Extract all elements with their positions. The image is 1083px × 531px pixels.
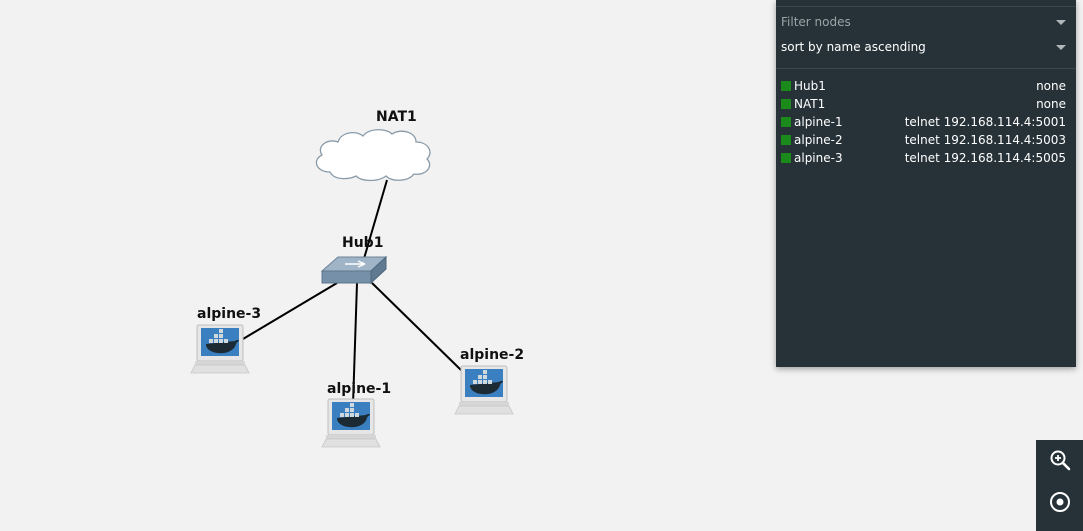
node-name: alpine-2 — [794, 133, 843, 147]
node-name: NAT1 — [794, 97, 826, 111]
node-name: Hub1 — [794, 79, 826, 93]
node-alpine-2[interactable]: alpine-2 — [454, 347, 524, 415]
links-layer — [242, 179, 463, 406]
node-label: NAT1 — [376, 109, 417, 125]
list-item[interactable]: NAT1 none — [781, 95, 1066, 113]
link-hub1-alpine2[interactable] — [371, 282, 463, 372]
zoom-in-button[interactable] — [1036, 440, 1083, 480]
docker-container-icon — [454, 365, 514, 415]
node-label: alpine-3 — [197, 306, 261, 322]
node-name: alpine-1 — [794, 115, 843, 129]
chevron-down-icon — [1056, 20, 1066, 25]
docker-container-icon — [321, 398, 381, 448]
node-console: telnet 192.168.114.4:5001 — [904, 115, 1066, 129]
status-indicator — [781, 99, 791, 109]
filter-nodes-select[interactable]: Filter nodes — [781, 12, 1068, 32]
sort-select[interactable]: sort by name ascending — [781, 37, 1068, 57]
filter-nodes-placeholder: Filter nodes — [781, 15, 851, 29]
zoom-in-icon — [1050, 450, 1070, 471]
status-indicator — [781, 135, 791, 145]
zoom-toolbar — [1036, 440, 1083, 531]
node-hub1[interactable]: Hub1 — [320, 235, 388, 285]
node-label: alpine-1 — [327, 381, 391, 397]
status-indicator — [781, 117, 791, 127]
list-item[interactable]: alpine-3 telnet 192.168.114.4:5005 — [781, 149, 1066, 167]
node-label: Hub1 — [342, 235, 383, 251]
node-name: alpine-3 — [794, 151, 843, 165]
node-label: alpine-2 — [460, 347, 524, 363]
docker-container-icon — [190, 324, 250, 374]
node-console: none — [1036, 79, 1066, 93]
nodes-panel: Filter nodes sort by name ascending Hub1… — [776, 0, 1076, 367]
node-alpine-3[interactable]: alpine-3 — [190, 306, 261, 374]
chevron-down-icon — [1056, 45, 1066, 50]
node-console: telnet 192.168.114.4:5005 — [904, 151, 1066, 165]
hub-icon — [320, 255, 388, 285]
center-view-button[interactable] — [1036, 482, 1083, 522]
list-item[interactable]: alpine-1 telnet 192.168.114.4:5001 — [781, 113, 1066, 131]
list-item[interactable]: Hub1 none — [781, 77, 1066, 95]
status-indicator — [781, 81, 791, 91]
cloud-icon — [315, 129, 431, 182]
panel-divider — [776, 68, 1076, 69]
node-console: telnet 192.168.114.4:5003 — [904, 133, 1066, 147]
node-list: Hub1 none NAT1 none alpine-1 telnet 192.… — [781, 77, 1066, 167]
sort-value: sort by name ascending — [781, 40, 926, 54]
node-alpine-1[interactable]: alpine-1 — [321, 381, 391, 448]
center-focus-icon — [1049, 492, 1070, 512]
status-indicator — [781, 153, 791, 163]
panel-divider — [776, 6, 1076, 7]
node-console: none — [1036, 97, 1066, 111]
list-item[interactable]: alpine-2 telnet 192.168.114.4:5003 — [781, 131, 1066, 149]
node-nat1[interactable]: NAT1 — [315, 109, 431, 182]
